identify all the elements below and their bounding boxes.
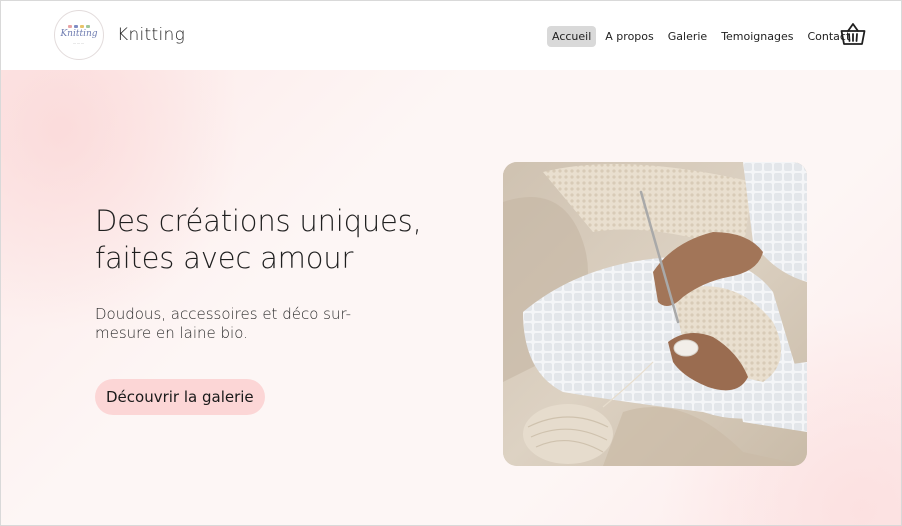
nav-item-galerie[interactable]: Galerie [663,26,712,47]
page: Knitting ——— Knitting Accueil A propos G… [0,0,902,526]
nav-item-a-propos[interactable]: A propos [600,26,658,47]
logo-color-dots [68,25,90,28]
nav-item-temoignages[interactable]: Temoignages [716,26,798,47]
basket-icon[interactable] [840,21,866,47]
hands-crocheting-photo [503,162,807,466]
discover-gallery-button[interactable]: Découvrir la galerie [95,379,265,415]
hero-section: Des créations uniques, faites avec amour… [1,70,901,525]
main-nav: Accueil A propos Galerie Temoignages Con… [547,26,859,47]
hero-headline: Des créations uniques, faites avec amour [95,204,422,275]
logo-text: Knitting [60,29,98,39]
site-logo[interactable]: Knitting ——— [54,10,104,60]
brand-name[interactable]: Knitting [117,25,185,45]
site-header: Knitting ——— Knitting Accueil A propos G… [1,1,901,70]
nav-item-accueil[interactable]: Accueil [547,26,597,47]
logo-underline: ——— [73,41,85,45]
hero-subtitle: Doudous, accessoires et déco sur-mesure … [95,305,352,342]
